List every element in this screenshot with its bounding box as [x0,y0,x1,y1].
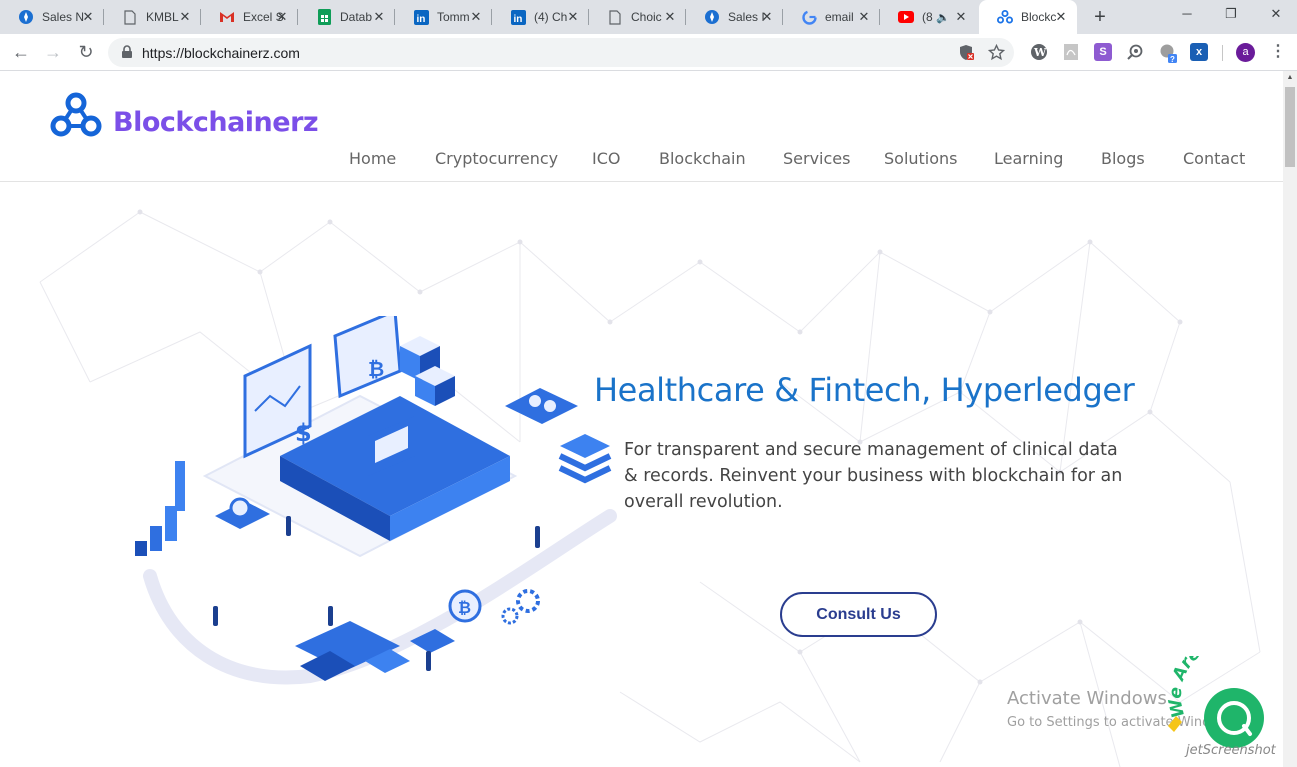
new-tab-icon[interactable]: + [1089,6,1111,28]
forward-icon[interactable]: → [42,41,64,63]
linkedin-icon: in [413,9,429,25]
nav-home[interactable]: Home [349,149,396,168]
nav-blogs[interactable]: Blogs [1101,149,1145,168]
close-tab-icon[interactable]: ✕ [178,10,192,24]
tab-excel[interactable]: Excel S ✕ [201,0,298,34]
back-icon[interactable]: ← [10,41,32,63]
close-tab-icon[interactable]: ✕ [857,10,871,24]
site-header: Blockchainerz Home Cryptocurrency ICO Bl… [0,71,1283,182]
reload-icon[interactable]: ↻ [75,41,97,63]
jetscreenshot-watermark: jetScreenshot [1186,743,1276,758]
x-extension-icon[interactable]: x [1190,43,1208,61]
svg-text:in: in [416,14,425,25]
close-tab-icon[interactable]: ✕ [81,10,95,24]
compass-icon [704,9,720,25]
s-extension-icon[interactable]: S [1094,43,1112,61]
tab-google-email[interactable]: email ✕ [783,0,880,34]
close-window-icon[interactable]: ✕ [1265,6,1287,24]
tab-linkedin-tommy[interactable]: in Tomm ✕ [395,0,492,34]
tab-title: (8 [922,10,933,24]
toolbar-divider [1222,45,1223,61]
blocked-content-icon[interactable] [958,44,975,61]
blockchainerz-icon [997,9,1013,25]
linkedin-icon: in [510,9,526,25]
svg-text:$: $ [295,419,312,447]
close-tab-icon[interactable]: ✕ [469,10,483,24]
nav-contact[interactable]: Contact [1183,149,1245,168]
search-extension-icon[interactable] [1126,43,1144,61]
sheets-icon [316,9,332,25]
browser-menu-icon[interactable]: ⋮ [1270,43,1286,61]
nav-solutions[interactable]: Solutions [884,149,958,168]
close-tab-icon[interactable]: ✕ [566,10,580,24]
svg-text:₿: ₿ [368,357,384,381]
close-tab-icon[interactable]: ✕ [275,10,289,24]
nav-services[interactable]: Services [783,149,850,168]
close-tab-icon[interactable]: ✕ [954,10,968,24]
tab-strip: Sales N ✕ KMBL ✕ Excel S ✕ Datab ✕ in To… [0,0,1297,34]
compass-icon [18,9,34,25]
lock-icon [122,45,132,58]
wordpress-icon[interactable]: W [1030,43,1048,61]
tab-kmbl[interactable]: KMBL ✕ [104,0,201,34]
close-tab-icon[interactable]: ✕ [760,10,774,24]
extension-badge: ? [1170,55,1175,64]
webpage: Blockchainerz Home Cryptocurrency ICO Bl… [0,71,1283,767]
document-icon [122,9,138,25]
pdf-icon[interactable] [1062,43,1080,61]
document-icon [607,9,623,25]
tab-linkedin-chat[interactable]: in (4) Ch ✕ [492,0,589,34]
chat-bubble-icon[interactable] [1204,688,1264,748]
chat-extension-icon[interactable]: ? [1158,43,1177,64]
logo-icon[interactable] [49,92,103,138]
consult-us-button[interactable]: Consult Us [780,592,937,637]
close-tab-icon[interactable]: ✕ [1054,10,1068,24]
close-tab-icon[interactable]: ✕ [663,10,677,24]
hero-description: For transparent and secure management of… [624,440,1123,512]
tab-blockchainerz[interactable]: Blockc ✕ [979,0,1077,34]
bookmark-star-icon[interactable] [988,44,1005,61]
restore-icon[interactable]: ❐ [1220,6,1242,24]
tab-title: Sales N [42,10,84,24]
minimize-icon[interactable]: ─ [1176,6,1198,24]
tab-database[interactable]: Datab ✕ [298,0,395,34]
youtube-icon [898,9,914,25]
svg-text:in: in [513,14,522,25]
nav-learning[interactable]: Learning [994,149,1063,168]
tab-choice[interactable]: Choic ✕ [589,0,686,34]
speaker-icon[interactable]: 🔈 [936,11,950,24]
google-icon [801,9,817,25]
url-text: https://blockchainerz.com [142,45,300,61]
nav-ico[interactable]: ICO [592,149,620,168]
svg-text:₿: ₿ [458,598,471,617]
address-bar[interactable]: https://blockchainerz.com [108,38,1014,67]
page-scrollbar[interactable]: ▲ [1283,71,1297,767]
close-tab-icon[interactable]: ✕ [372,10,386,24]
browser-toolbar: ← → ↻ https://blockchainerz.com W S ? x … [0,34,1297,71]
nav-cryptocurrency[interactable]: Cryptocurrency [435,149,558,168]
blockchain-illustration: $ ₿ ₿ [135,316,617,685]
gmail-icon [219,9,235,25]
tab-sales-navigator[interactable]: Sales N ✕ [0,0,104,34]
hero-title: Healthcare & Fintech, Hyperledger [594,371,1135,409]
scrollbar-thumb[interactable] [1285,87,1295,167]
scroll-up-icon[interactable]: ▲ [1286,74,1294,82]
tab-sales-2[interactable]: Sales I ✕ [686,0,783,34]
svg-text:W: W [1033,46,1047,59]
tab-youtube[interactable]: (8 🔈 ✕ [880,0,977,34]
logo-text[interactable]: Blockchainerz [113,107,319,138]
profile-avatar[interactable]: a [1236,43,1255,62]
nav-blockchain[interactable]: Blockchain [659,149,746,168]
